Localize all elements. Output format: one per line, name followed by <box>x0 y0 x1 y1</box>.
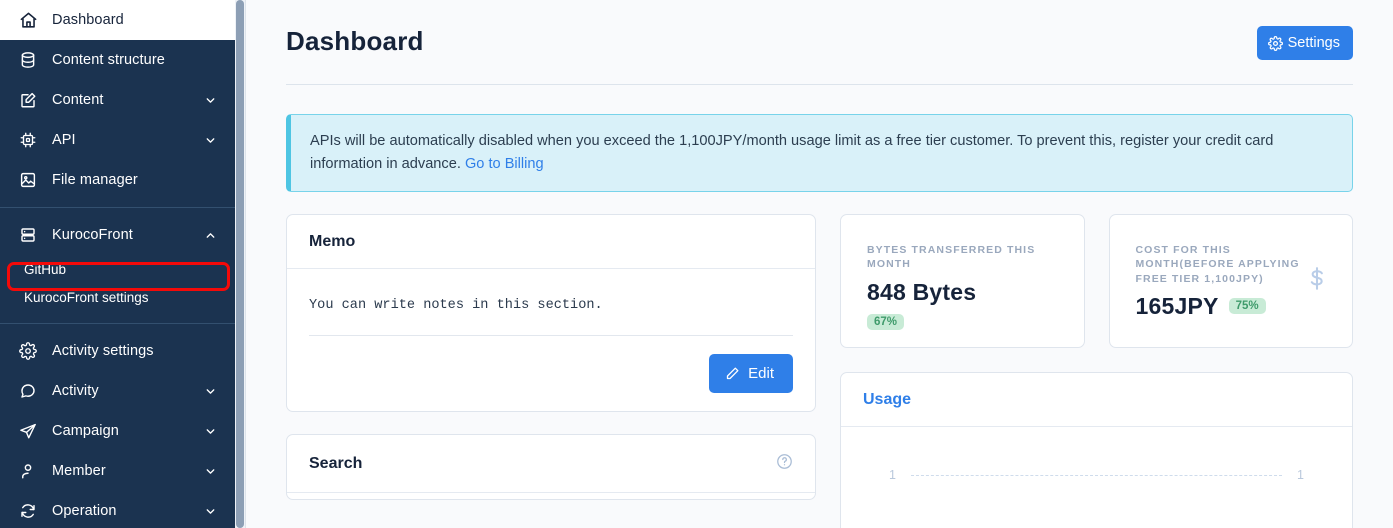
chip-icon <box>18 130 38 150</box>
dashboard-grid: Memo You can write notes in this section… <box>286 214 1353 528</box>
bytes-transferred-value-row: 848 Bytes <box>867 279 1062 306</box>
pencil-icon <box>725 366 740 381</box>
sidebar-item-label: Content structure <box>52 52 165 68</box>
sidebar-item-label: Dashboard <box>52 12 124 28</box>
usage-card-header: Usage <box>841 373 1352 428</box>
memo-text: You can write notes in this section. <box>309 298 603 314</box>
chevron-down-icon[interactable] <box>203 133 217 147</box>
image-icon <box>18 170 38 190</box>
sidebar-item-kurocofront[interactable]: KurocoFront <box>0 215 245 255</box>
search-card-body <box>287 493 815 499</box>
search-card-title: Search <box>309 455 363 473</box>
sidebar-item-activity[interactable]: Activity <box>0 371 245 411</box>
cost-this-month-value: 165JPY <box>1135 292 1219 319</box>
chevron-up-icon[interactable] <box>203 228 217 242</box>
sidebar-subitem-label: GitHub <box>24 261 67 277</box>
sidebar-divider <box>0 323 245 324</box>
go-to-billing-link[interactable]: Go to Billing <box>465 156 544 172</box>
sidebar-scrollbar-thumb[interactable] <box>236 0 244 528</box>
sidebar: Dashboard Content structure Content API <box>0 0 245 528</box>
refresh-icon <box>18 501 38 521</box>
question-circle-icon[interactable] <box>776 453 793 475</box>
chevron-down-icon[interactable] <box>203 384 217 398</box>
cost-this-month-label: COST FOR THIS MONTH(BEFORE APPLYING FREE… <box>1135 244 1300 285</box>
sidebar-item-api[interactable]: API <box>0 120 245 160</box>
person-icon <box>18 461 38 481</box>
memo-card: Memo You can write notes in this section… <box>286 214 816 413</box>
memo-edit-label: Edit <box>748 365 774 383</box>
database-icon <box>18 50 38 70</box>
sidebar-item-label: API <box>52 132 76 148</box>
settings-button-label: Settings <box>1287 35 1340 51</box>
memo-actions: Edit <box>309 336 793 394</box>
alert-text: APIs will be automatically disabled when… <box>310 133 1274 172</box>
memo-card-title: Memo <box>309 233 356 251</box>
cost-this-month-card: COST FOR THIS MONTH(BEFORE APPLYING FREE… <box>1108 214 1353 349</box>
home-icon <box>18 10 38 30</box>
usage-chart: 1 1 <box>841 427 1352 528</box>
cost-this-month-badge: 75% <box>1228 298 1266 315</box>
sidebar-item-label: Operation <box>52 503 117 519</box>
gear-icon <box>18 341 38 361</box>
page-title: Dashboard <box>286 26 424 56</box>
gear-icon <box>1267 35 1283 51</box>
cost-this-month-value-row: 165JPY 75% <box>1136 293 1331 320</box>
sidebar-item-label: KurocoFront <box>52 227 133 243</box>
bytes-transferred-value: 848 Bytes <box>867 278 977 305</box>
sidebar-scrollbar-track[interactable] <box>235 0 245 528</box>
usage-card: Usage 1 1 <box>840 372 1353 528</box>
chevron-down-icon[interactable] <box>203 424 217 438</box>
bytes-transferred-card: BYTES TRANSFERRED THIS MONTH 848 Bytes 6… <box>840 214 1085 349</box>
sidebar-item-content[interactable]: Content <box>0 80 245 120</box>
sidebar-divider <box>0 207 245 208</box>
sidebar-subitem-github[interactable]: GitHub <box>0 255 245 283</box>
paper-plane-icon <box>18 421 38 441</box>
chevron-down-icon[interactable] <box>203 504 217 518</box>
bytes-transferred-badge: 67% <box>867 313 905 330</box>
chat-bubble-icon <box>18 381 38 401</box>
sidebar-item-label: Member <box>52 463 106 479</box>
usage-chart-right-tick: 1 <box>1297 468 1304 483</box>
header-divider <box>286 84 1353 85</box>
server-icon <box>18 225 38 245</box>
edit-square-icon <box>18 90 38 110</box>
search-card: Search <box>286 434 816 501</box>
sidebar-item-campaign[interactable]: Campaign <box>0 411 245 451</box>
sidebar-item-activity-settings[interactable]: Activity settings <box>0 331 245 371</box>
sidebar-item-file-manager[interactable]: File manager <box>0 160 245 200</box>
bytes-transferred-label: BYTES TRANSFERRED THIS MONTH <box>867 244 1036 271</box>
dollar-icon <box>1304 266 1330 297</box>
sidebar-item-label: Activity <box>52 383 99 399</box>
sidebar-item-label: Campaign <box>52 423 119 439</box>
stats-row: BYTES TRANSFERRED THIS MONTH 848 Bytes 6… <box>840 214 1353 349</box>
sidebar-item-dashboard[interactable]: Dashboard <box>0 0 245 40</box>
sidebar-subitem-label: KurocoFront settings <box>24 289 149 305</box>
memo-card-body: You can write notes in this section. Edi… <box>287 269 815 411</box>
sidebar-subitem-kurocofront-settings[interactable]: KurocoFront settings <box>0 283 245 311</box>
usage-chart-left-tick: 1 <box>889 468 896 483</box>
memo-edit-button[interactable]: Edit <box>709 354 793 394</box>
sidebar-item-label: Content <box>52 92 104 108</box>
main-content: Dashboard Settings APIs will be automati… <box>245 0 1393 528</box>
usage-card-title: Usage <box>863 391 912 409</box>
right-column: BYTES TRANSFERRED THIS MONTH 848 Bytes 6… <box>840 214 1353 528</box>
usage-chart-gridline <box>911 475 1282 477</box>
usage-limit-alert: APIs will be automatically disabled when… <box>286 114 1353 193</box>
left-column: Memo You can write notes in this section… <box>286 214 816 501</box>
chevron-down-icon[interactable] <box>203 464 217 478</box>
app-root: Dashboard Content structure Content API <box>0 0 1393 528</box>
sidebar-item-operation[interactable]: Operation <box>0 491 245 528</box>
sidebar-item-label: Activity settings <box>52 343 154 359</box>
sidebar-item-content-structure[interactable]: Content structure <box>0 40 245 80</box>
chevron-down-icon[interactable] <box>203 93 217 107</box>
sidebar-item-member[interactable]: Member <box>0 451 245 491</box>
sidebar-item-label: File manager <box>52 172 138 188</box>
page-header: Dashboard Settings <box>246 0 1393 60</box>
settings-button[interactable]: Settings <box>1256 26 1353 60</box>
search-card-header: Search <box>287 435 815 494</box>
memo-card-header: Memo <box>287 215 815 270</box>
